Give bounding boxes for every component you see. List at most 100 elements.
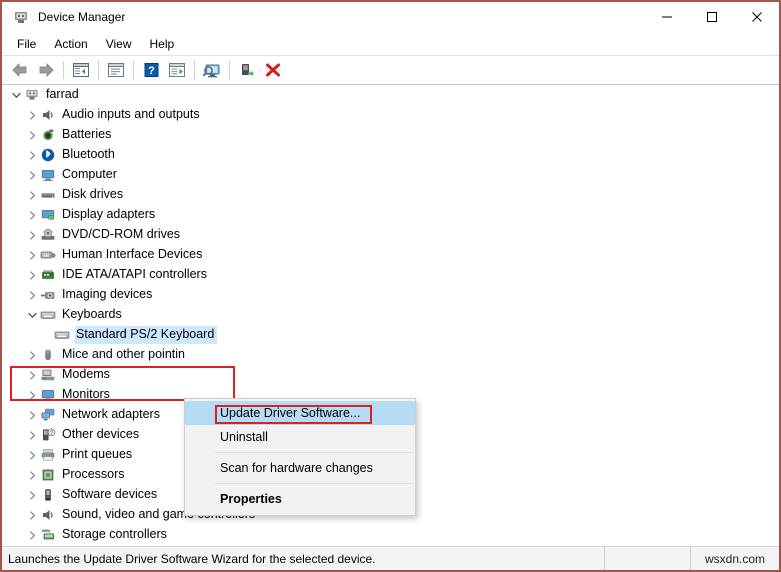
menu-view[interactable]: View [97, 35, 141, 53]
forward-arrow-icon[interactable] [33, 58, 59, 82]
tree-item-audio-inputs-and-outputs[interactable]: Audio inputs and outputs [2, 105, 779, 125]
chevron-right-icon[interactable] [24, 205, 40, 225]
chevron-right-icon[interactable] [24, 185, 40, 205]
chevron-right-icon[interactable] [24, 225, 40, 245]
tree-item-storage-controllers[interactable]: Storage controllers [2, 525, 779, 545]
keyboard-icon [40, 307, 56, 323]
close-button[interactable] [734, 2, 779, 32]
chevron-right-icon[interactable] [24, 525, 40, 545]
chevron-right-icon[interactable] [24, 425, 40, 445]
tree-label: Audio inputs and outputs [62, 107, 200, 122]
tree-item-standard-ps2-keyboard[interactable]: Standard PS/2 Keyboard [2, 325, 779, 345]
speaker-icon [40, 107, 56, 123]
tree-label: farrad [46, 87, 79, 102]
tree-item-computer[interactable]: Computer [2, 165, 779, 185]
chevron-right-icon[interactable] [24, 445, 40, 465]
context-menu-separator [215, 452, 413, 453]
scan-hardware-changes-icon[interactable] [199, 58, 225, 82]
tree-label: Computer [62, 167, 117, 182]
tree-label: Standard PS/2 Keyboard [75, 326, 218, 344]
modem-icon [40, 367, 56, 383]
menu-file[interactable]: File [8, 35, 45, 53]
menu-help[interactable]: Help [141, 35, 184, 53]
device-manager-icon [12, 8, 30, 26]
tree-label: Disk drives [62, 187, 124, 202]
mouse-icon [40, 347, 56, 363]
tree-item-human-interface-devices[interactable]: Human Interface Devices [2, 245, 779, 265]
toolbar-separator [63, 61, 64, 79]
tree-label: Processors [62, 467, 125, 482]
keyboard-icon [54, 327, 70, 343]
tree-item-keyboards[interactable]: Keyboards [2, 305, 779, 325]
tree-item-bluetooth[interactable]: Bluetooth [2, 145, 779, 165]
tree-label: DVD/CD-ROM drives [62, 227, 181, 242]
enable-device-icon[interactable] [234, 58, 260, 82]
chevron-right-icon[interactable] [24, 505, 40, 525]
update-driver-icon[interactable] [164, 58, 190, 82]
chevron-right-icon[interactable] [24, 105, 40, 125]
monitor-icon [40, 167, 56, 183]
properties-icon[interactable] [103, 58, 129, 82]
back-arrow-icon[interactable] [7, 58, 33, 82]
storage-controller-icon [40, 527, 56, 543]
tree-label: Imaging devices [62, 287, 153, 302]
tree-label: IDE ATA/ATAPI controllers [62, 267, 207, 282]
software-device-icon [40, 487, 56, 503]
monitor-icon [40, 387, 56, 403]
context-menu[interactable]: Update Driver Software... Uninstall Scan… [184, 398, 416, 516]
menu-action[interactable]: Action [45, 35, 96, 53]
context-menu-item-update-driver-software[interactable]: Update Driver Software... [185, 401, 415, 425]
imaging-device-icon [40, 287, 56, 303]
context-menu-item-scan-for-hardware-changes[interactable]: Scan for hardware changes [185, 456, 415, 480]
chevron-down-icon[interactable] [8, 85, 24, 105]
chevron-right-icon[interactable] [24, 365, 40, 385]
context-menu-item-properties[interactable]: Properties [185, 487, 415, 511]
chevron-down-icon[interactable] [24, 305, 40, 325]
maximize-button[interactable] [689, 2, 734, 32]
tree-label: Bluetooth [62, 147, 115, 162]
chevron-right-icon[interactable] [24, 145, 40, 165]
tree-item-ide-ata-atapi-controllers[interactable]: IDE ATA/ATAPI controllers [2, 265, 779, 285]
chevron-right-icon[interactable] [24, 465, 40, 485]
speaker-icon [40, 507, 56, 523]
chevron-right-icon[interactable] [24, 385, 40, 405]
tree-label: Storage controllers [62, 527, 167, 542]
tree-label: Modems [62, 367, 110, 382]
bluetooth-icon [40, 147, 56, 163]
chevron-right-icon[interactable] [24, 245, 40, 265]
hid-icon [40, 247, 56, 263]
title-bar: Device Manager [2, 2, 779, 32]
chevron-right-icon[interactable] [24, 345, 40, 365]
minimize-button[interactable] [644, 2, 689, 32]
dvd-drive-icon [40, 227, 56, 243]
device-tree[interactable]: farrad Audio inputs and outputs Batterie… [2, 85, 779, 546]
device-manager-window: Device Manager File Action View Help ? f… [0, 0, 781, 572]
tree-item-batteries[interactable]: Batteries [2, 125, 779, 145]
status-bar: Launches the Update Driver Software Wiza… [2, 546, 779, 570]
tree-item-modems[interactable]: Modems [2, 365, 779, 385]
show-hide-console-tree-icon[interactable] [68, 58, 94, 82]
chevron-right-icon[interactable] [24, 485, 40, 505]
status-pane-middle [605, 547, 691, 570]
toolbar: ? [2, 56, 779, 85]
tree-root-farrad[interactable]: farrad [2, 85, 779, 105]
network-adapter-icon [40, 407, 56, 423]
chevron-right-icon[interactable] [24, 165, 40, 185]
tree-item-imaging-devices[interactable]: Imaging devices [2, 285, 779, 305]
chevron-right-icon[interactable] [24, 285, 40, 305]
uninstall-device-icon[interactable] [260, 58, 286, 82]
tree-item-mice-and-other-pointing-devices[interactable]: Mice and other pointin [2, 345, 779, 365]
tree-item-dvd-cd-rom-drives[interactable]: DVD/CD-ROM drives [2, 225, 779, 245]
chevron-right-icon[interactable] [24, 125, 40, 145]
tree-label: Network adapters [62, 407, 160, 422]
help-icon[interactable]: ? [138, 58, 164, 82]
context-menu-item-uninstall[interactable]: Uninstall [185, 425, 415, 449]
chevron-right-icon[interactable] [24, 405, 40, 425]
tree-item-disk-drives[interactable]: Disk drives [2, 185, 779, 205]
tree-item-display-adapters[interactable]: Display adapters [2, 205, 779, 225]
svg-text:?: ? [148, 65, 155, 77]
watermark: wsxdn.com [704, 551, 766, 566]
tree-label: Human Interface Devices [62, 247, 203, 262]
chevron-right-icon[interactable] [24, 265, 40, 285]
toolbar-separator [133, 61, 134, 79]
